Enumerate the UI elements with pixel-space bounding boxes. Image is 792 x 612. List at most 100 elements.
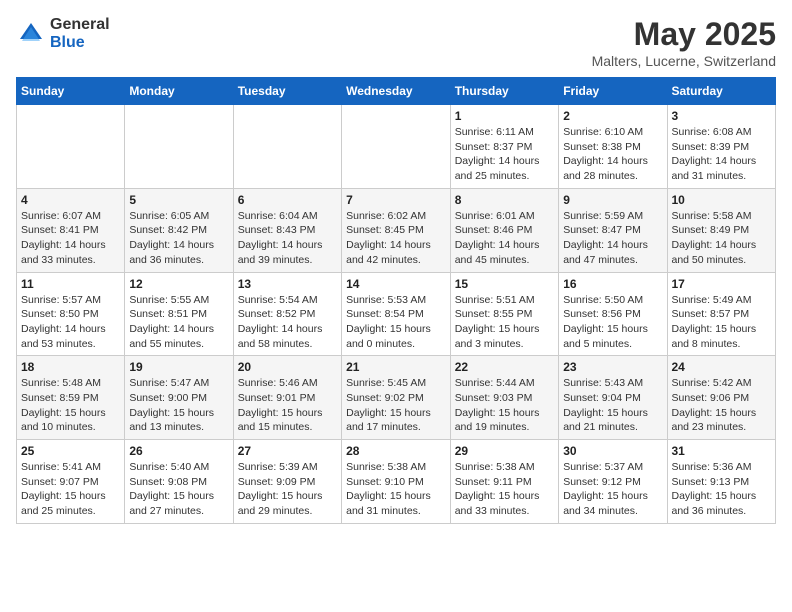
title-block: May 2025 Malters, Lucerne, Switzerland <box>592 16 776 69</box>
calendar-cell: 3Sunrise: 6:08 AM Sunset: 8:39 PM Daylig… <box>667 105 776 189</box>
week-row-4: 18Sunrise: 5:48 AM Sunset: 8:59 PM Dayli… <box>17 356 776 440</box>
day-info: Sunrise: 5:47 AM Sunset: 9:00 PM Dayligh… <box>129 376 228 435</box>
day-info: Sunrise: 5:49 AM Sunset: 8:57 PM Dayligh… <box>672 293 772 352</box>
week-row-2: 4 Sunrise: 6:07 AM Sunset: 8:41 PM Daylig… <box>17 188 776 272</box>
day-number: 17 <box>672 277 772 291</box>
day-number: 13 <box>238 277 337 291</box>
calendar-cell: 22 Sunrise: 5:44 AM Sunset: 9:03 PM Dayli… <box>450 356 558 440</box>
calendar-cell: 31 Sunrise: 5:36 AM Sunset: 9:13 PM Dayli… <box>667 440 776 524</box>
day-number: 31 <box>672 444 772 458</box>
month-title: May 2025 <box>592 16 776 53</box>
day-info: Sunrise: 5:38 AM Sunset: 9:11 PM Dayligh… <box>455 460 554 519</box>
column-header-wednesday: Wednesday <box>342 78 451 105</box>
day-number: 5 <box>129 193 228 207</box>
calendar-cell: 18Sunrise: 5:48 AM Sunset: 8:59 PM Dayli… <box>17 356 125 440</box>
day-info: Sunrise: 5:50 AM Sunset: 8:56 PM Dayligh… <box>563 293 662 352</box>
day-number: 9 <box>563 193 662 207</box>
calendar-cell: 1 Sunrise: 6:11 AM Sunset: 8:37 PM Daylig… <box>450 105 558 189</box>
day-info: Sunrise: 6:10 AM Sunset: 8:38 PM Dayligh… <box>563 125 662 184</box>
day-number: 2 <box>563 109 662 123</box>
calendar-cell: 2 Sunrise: 6:10 AM Sunset: 8:38 PM Daylig… <box>559 105 667 189</box>
day-info: Sunrise: 5:37 AM Sunset: 9:12 PM Dayligh… <box>563 460 662 519</box>
day-number: 25 <box>21 444 120 458</box>
day-info: Sunrise: 5:46 AM Sunset: 9:01 PM Dayligh… <box>238 376 337 435</box>
day-info: Sunrise: 5:39 AM Sunset: 9:09 PM Dayligh… <box>238 460 337 519</box>
calendar-cell: 16 Sunrise: 5:50 AM Sunset: 8:56 PM Dayli… <box>559 272 667 356</box>
day-info: Sunrise: 5:51 AM Sunset: 8:55 PM Dayligh… <box>455 293 554 352</box>
calendar-cell: 24 Sunrise: 5:42 AM Sunset: 9:06 PM Dayli… <box>667 356 776 440</box>
day-number: 10 <box>672 193 772 207</box>
day-number: 6 <box>238 193 337 207</box>
day-info: Sunrise: 6:04 AM Sunset: 8:43 PM Dayligh… <box>238 209 337 268</box>
calendar-cell: 7Sunrise: 6:02 AM Sunset: 8:45 PM Daylig… <box>342 188 451 272</box>
calendar-cell: 26 Sunrise: 5:40 AM Sunset: 9:08 PM Dayli… <box>125 440 233 524</box>
column-header-sunday: Sunday <box>17 78 125 105</box>
week-row-1: 1 Sunrise: 6:11 AM Sunset: 8:37 PM Daylig… <box>17 105 776 189</box>
day-number: 18 <box>21 360 120 374</box>
calendar-cell: 25 Sunrise: 5:41 AM Sunset: 9:07 PM Dayli… <box>17 440 125 524</box>
page-header: General Blue May 2025 Malters, Lucerne, … <box>16 16 776 69</box>
day-info: Sunrise: 5:59 AM Sunset: 8:47 PM Dayligh… <box>563 209 662 268</box>
logo-general-text: General <box>50 16 110 34</box>
calendar-cell: 15 Sunrise: 5:51 AM Sunset: 8:55 PM Dayli… <box>450 272 558 356</box>
calendar-cell: 5 Sunrise: 6:05 AM Sunset: 8:42 PM Daylig… <box>125 188 233 272</box>
day-number: 12 <box>129 277 228 291</box>
day-info: Sunrise: 5:41 AM Sunset: 9:07 PM Dayligh… <box>21 460 120 519</box>
calendar-cell: 12 Sunrise: 5:55 AM Sunset: 8:51 PM Dayli… <box>125 272 233 356</box>
day-number: 23 <box>563 360 662 374</box>
day-number: 4 <box>21 193 120 207</box>
day-number: 1 <box>455 109 554 123</box>
day-info: Sunrise: 6:01 AM Sunset: 8:46 PM Dayligh… <box>455 209 554 268</box>
column-header-thursday: Thursday <box>450 78 558 105</box>
calendar-cell: 8 Sunrise: 6:01 AM Sunset: 8:46 PM Daylig… <box>450 188 558 272</box>
calendar-cell: 23Sunrise: 5:43 AM Sunset: 9:04 PM Dayli… <box>559 356 667 440</box>
day-info: Sunrise: 5:44 AM Sunset: 9:03 PM Dayligh… <box>455 376 554 435</box>
calendar-cell: 14 Sunrise: 5:53 AM Sunset: 8:54 PM Dayli… <box>342 272 451 356</box>
day-info: Sunrise: 5:36 AM Sunset: 9:13 PM Dayligh… <box>672 460 772 519</box>
day-info: Sunrise: 5:55 AM Sunset: 8:51 PM Dayligh… <box>129 293 228 352</box>
calendar-cell: 19Sunrise: 5:47 AM Sunset: 9:00 PM Dayli… <box>125 356 233 440</box>
calendar-cell: 4 Sunrise: 6:07 AM Sunset: 8:41 PM Daylig… <box>17 188 125 272</box>
day-info: Sunrise: 6:08 AM Sunset: 8:39 PM Dayligh… <box>672 125 772 184</box>
day-info: Sunrise: 5:45 AM Sunset: 9:02 PM Dayligh… <box>346 376 446 435</box>
column-header-saturday: Saturday <box>667 78 776 105</box>
calendar-cell: 27 Sunrise: 5:39 AM Sunset: 9:09 PM Dayli… <box>233 440 341 524</box>
calendar-cell: 30 Sunrise: 5:37 AM Sunset: 9:12 PM Dayli… <box>559 440 667 524</box>
week-row-3: 11 Sunrise: 5:57 AM Sunset: 8:50 PM Dayli… <box>17 272 776 356</box>
calendar-cell: 29Sunrise: 5:38 AM Sunset: 9:11 PM Dayli… <box>450 440 558 524</box>
logo-text: General Blue <box>50 16 110 51</box>
day-info: Sunrise: 5:42 AM Sunset: 9:06 PM Dayligh… <box>672 376 772 435</box>
column-header-monday: Monday <box>125 78 233 105</box>
day-info: Sunrise: 6:11 AM Sunset: 8:37 PM Dayligh… <box>455 125 554 184</box>
day-info: Sunrise: 5:40 AM Sunset: 9:08 PM Dayligh… <box>129 460 228 519</box>
day-number: 11 <box>21 277 120 291</box>
calendar-cell: 10 Sunrise: 5:58 AM Sunset: 8:49 PM Dayli… <box>667 188 776 272</box>
day-info: Sunrise: 5:54 AM Sunset: 8:52 PM Dayligh… <box>238 293 337 352</box>
column-header-friday: Friday <box>559 78 667 105</box>
day-info: Sunrise: 6:05 AM Sunset: 8:42 PM Dayligh… <box>129 209 228 268</box>
day-number: 15 <box>455 277 554 291</box>
day-number: 22 <box>455 360 554 374</box>
calendar-cell: 21 Sunrise: 5:45 AM Sunset: 9:02 PM Dayli… <box>342 356 451 440</box>
logo-blue-text: Blue <box>50 34 110 52</box>
day-info: Sunrise: 5:53 AM Sunset: 8:54 PM Dayligh… <box>346 293 446 352</box>
calendar-cell: 28Sunrise: 5:38 AM Sunset: 9:10 PM Dayli… <box>342 440 451 524</box>
location: Malters, Lucerne, Switzerland <box>592 53 776 69</box>
day-info: Sunrise: 5:58 AM Sunset: 8:49 PM Dayligh… <box>672 209 772 268</box>
day-info: Sunrise: 5:57 AM Sunset: 8:50 PM Dayligh… <box>21 293 120 352</box>
day-info: Sunrise: 6:07 AM Sunset: 8:41 PM Dayligh… <box>21 209 120 268</box>
calendar-cell <box>125 105 233 189</box>
day-number: 16 <box>563 277 662 291</box>
day-number: 24 <box>672 360 772 374</box>
day-number: 14 <box>346 277 446 291</box>
calendar-cell <box>233 105 341 189</box>
day-number: 26 <box>129 444 228 458</box>
day-number: 8 <box>455 193 554 207</box>
calendar-cell: 9 Sunrise: 5:59 AM Sunset: 8:47 PM Daylig… <box>559 188 667 272</box>
day-number: 28 <box>346 444 446 458</box>
calendar-header-row: SundayMondayTuesdayWednesdayThursdayFrid… <box>17 78 776 105</box>
day-number: 30 <box>563 444 662 458</box>
day-number: 21 <box>346 360 446 374</box>
column-header-tuesday: Tuesday <box>233 78 341 105</box>
day-number: 27 <box>238 444 337 458</box>
